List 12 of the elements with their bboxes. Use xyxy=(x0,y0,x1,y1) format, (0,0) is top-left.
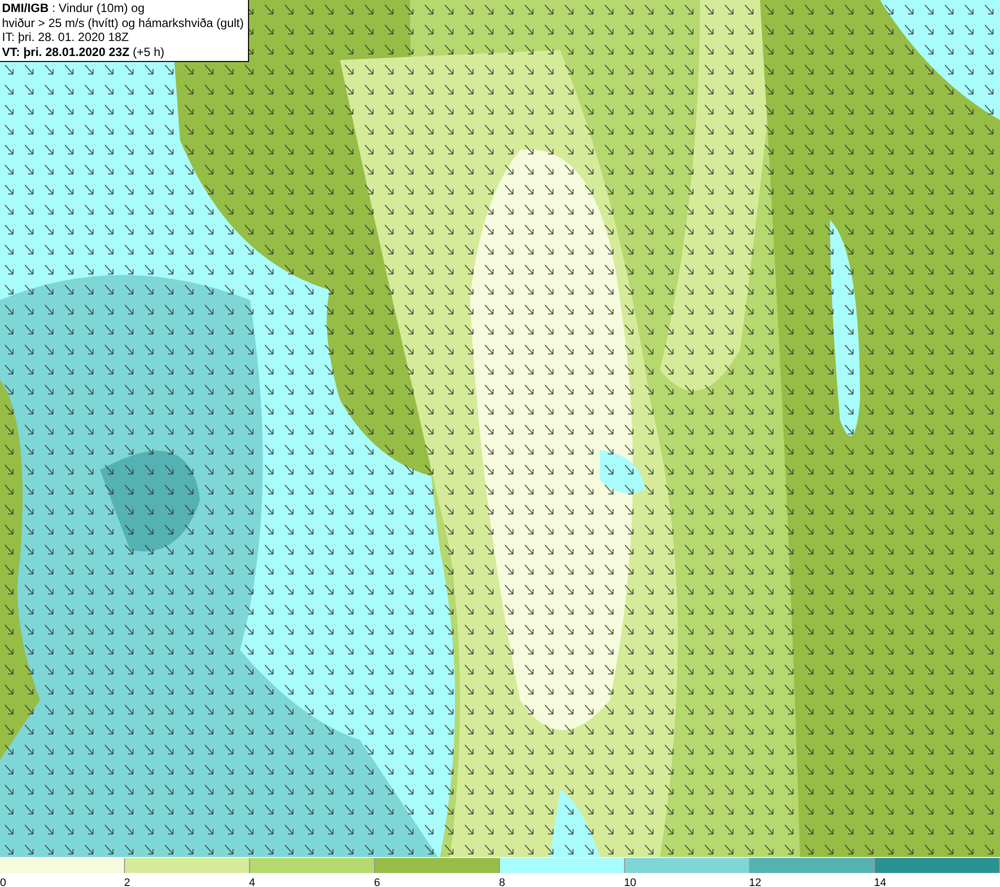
legend-label: 4 xyxy=(249,877,256,887)
legend-label: 8 xyxy=(499,877,506,887)
legend-label: 2 xyxy=(124,877,130,887)
title-line: DMI/IGB : Vindur (10m) og xyxy=(2,1,146,16)
legend-label: 0 xyxy=(0,877,6,887)
legend-label: 10 xyxy=(624,877,636,887)
title-line: VT: þri. 28.01.2020 23Z (+5 h) xyxy=(2,44,166,59)
legend-label: 14 xyxy=(874,877,886,887)
legend-label: 12 xyxy=(749,877,762,887)
title-line: hviður > 25 m/s (hvítt) og hámarkshviða (gult) xyxy=(2,16,244,30)
title-line: IT: þri. 28. 01. 2020 18Z xyxy=(2,30,130,44)
legend-label: 6 xyxy=(374,877,380,887)
